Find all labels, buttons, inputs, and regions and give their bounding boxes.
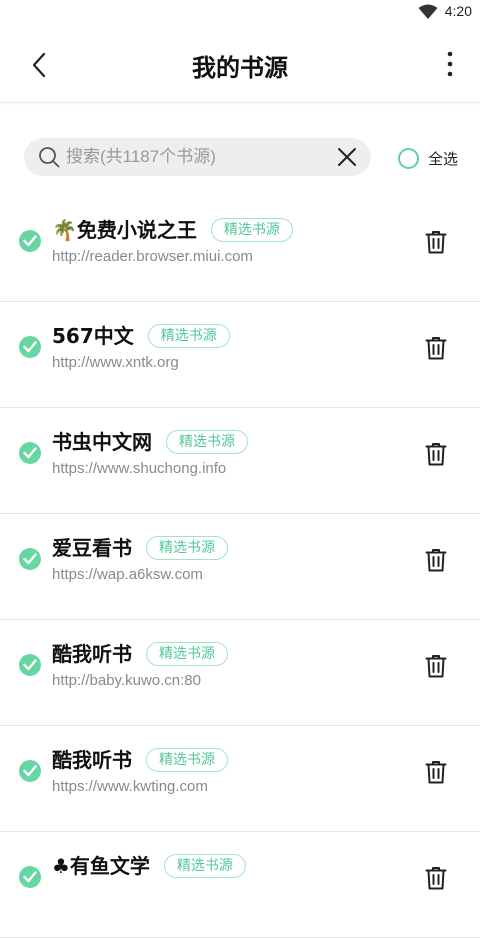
trash-icon[interactable]: [425, 230, 447, 254]
source-name: 酷我听书: [52, 642, 132, 666]
featured-tag: 精选书源: [163, 854, 246, 878]
checkmark-icon: [23, 447, 37, 459]
search-row: 全选: [0, 103, 480, 209]
source-name-row: 🌴免费小说之王 精选书源: [52, 214, 293, 243]
source-name-row: 书虫中文网 精选书源: [52, 426, 248, 455]
source-name: 酷我听书: [52, 748, 132, 772]
checkmark-icon: [23, 341, 37, 353]
source-name: ♣有鱼文学: [52, 854, 150, 878]
checked-icon[interactable]: [19, 230, 41, 252]
source-url: https://www.shuchong.info: [52, 460, 227, 477]
source-name: 567中文: [52, 324, 134, 348]
checked-icon[interactable]: [19, 866, 41, 888]
trash-icon[interactable]: [425, 548, 447, 572]
source-url: http://www.xntk.org: [52, 354, 179, 371]
trash-icon[interactable]: [425, 760, 447, 784]
checked-icon[interactable]: [19, 548, 41, 570]
source-name-row: 爱豆看书 精选书源: [52, 532, 228, 561]
list-item[interactable]: 酷我听书 精选书源 https://www.kwting.com: [0, 726, 480, 832]
search-input[interactable]: [66, 138, 316, 176]
list-item[interactable]: 567中文 精选书源 http://www.xntk.org: [0, 302, 480, 408]
close-icon[interactable]: [337, 147, 357, 167]
featured-tag: 精选书源: [146, 536, 228, 560]
search-box[interactable]: [24, 138, 371, 176]
source-list: 🌴免费小说之王 精选书源 http://reader.browser.miui.c…: [0, 208, 480, 938]
source-url: http://reader.browser.miui.com: [52, 248, 253, 265]
select-all-label: 全选: [428, 149, 459, 168]
wifi-icon: [418, 4, 438, 19]
checkmark-icon: [23, 553, 37, 565]
checkmark-icon: [23, 235, 37, 247]
list-item[interactable]: 爱豆看书 精选书源 https://wap.a6ksw.com: [0, 514, 480, 620]
source-name: 🌴免费小说之王: [52, 218, 197, 242]
select-all-checkbox[interactable]: [398, 147, 419, 169]
list-item[interactable]: 酷我听书 精选书源 http://baby.kuwo.cn:80: [0, 620, 480, 726]
page-title: 我的书源: [192, 54, 288, 82]
trash-icon[interactable]: [425, 442, 447, 466]
source-url: https://www.kwting.com: [52, 778, 208, 795]
list-item[interactable]: 🌴免费小说之王 精选书源 http://reader.browser.miui.c…: [0, 196, 480, 302]
checked-icon[interactable]: [19, 336, 41, 358]
source-name-row: 酷我听书 精选书源: [52, 744, 228, 773]
source-name-row: 酷我听书 精选书源: [52, 638, 228, 667]
featured-tag: 精选书源: [146, 748, 228, 772]
list-item[interactable]: 书虫中文网 精选书源 https://www.shuchong.info: [0, 408, 480, 514]
checked-icon[interactable]: [19, 654, 41, 676]
trash-icon[interactable]: [425, 654, 447, 678]
search-icon: [39, 147, 60, 168]
featured-tag: 精选书源: [210, 218, 293, 242]
source-name: 书虫中文网: [52, 430, 152, 454]
trash-icon[interactable]: [425, 336, 447, 360]
source-name: 爱豆看书: [52, 536, 132, 560]
trash-icon[interactable]: [425, 866, 447, 890]
source-name-row: 567中文 精选书源: [52, 320, 230, 349]
checked-icon[interactable]: [19, 760, 41, 782]
list-item[interactable]: ♣有鱼文学 精选书源: [0, 832, 480, 938]
checked-icon[interactable]: [19, 442, 41, 464]
featured-tag: 精选书源: [146, 642, 228, 666]
more-vert-icon[interactable]: [446, 50, 454, 78]
select-all-toggle[interactable]: 全选: [398, 147, 458, 169]
checkmark-icon: [23, 659, 37, 671]
status-time: 4:20: [444, 3, 472, 19]
source-url: https://wap.a6ksw.com: [52, 566, 203, 583]
source-name-row: ♣有鱼文学 精选书源: [52, 850, 246, 879]
featured-tag: 精选书源: [166, 430, 248, 454]
status-bar: 4:20: [0, 0, 480, 26]
featured-tag: 精选书源: [147, 324, 230, 348]
app-header: 我的书源: [0, 26, 480, 103]
source-url: http://baby.kuwo.cn:80: [52, 672, 201, 689]
checkmark-icon: [23, 765, 37, 777]
checkmark-icon: [23, 871, 37, 883]
